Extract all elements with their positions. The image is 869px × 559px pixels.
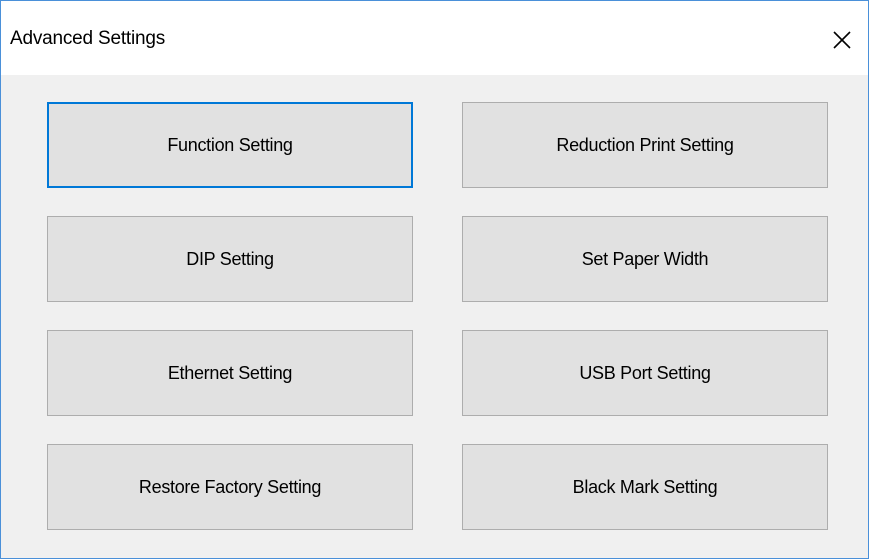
dip-setting-button[interactable]: DIP Setting (47, 216, 413, 302)
black-mark-setting-button[interactable]: Black Mark Setting (462, 444, 828, 530)
window-title: Advanced Settings (10, 28, 166, 49)
dialog-body: Function Setting Reduction Print Setting… (1, 75, 868, 558)
advanced-settings-dialog: Advanced Settings Function Setting Reduc… (0, 0, 869, 559)
function-setting-button[interactable]: Function Setting (47, 102, 413, 188)
title-bar: Advanced Settings (1, 1, 868, 75)
usb-port-setting-button[interactable]: USB Port Setting (462, 330, 828, 416)
ethernet-setting-button[interactable]: Ethernet Setting (47, 330, 413, 416)
reduction-print-setting-button[interactable]: Reduction Print Setting (462, 102, 828, 188)
set-paper-width-button[interactable]: Set Paper Width (462, 216, 828, 302)
close-icon (833, 31, 851, 49)
restore-factory-setting-button[interactable]: Restore Factory Setting (47, 444, 413, 530)
close-button[interactable] (828, 26, 856, 54)
